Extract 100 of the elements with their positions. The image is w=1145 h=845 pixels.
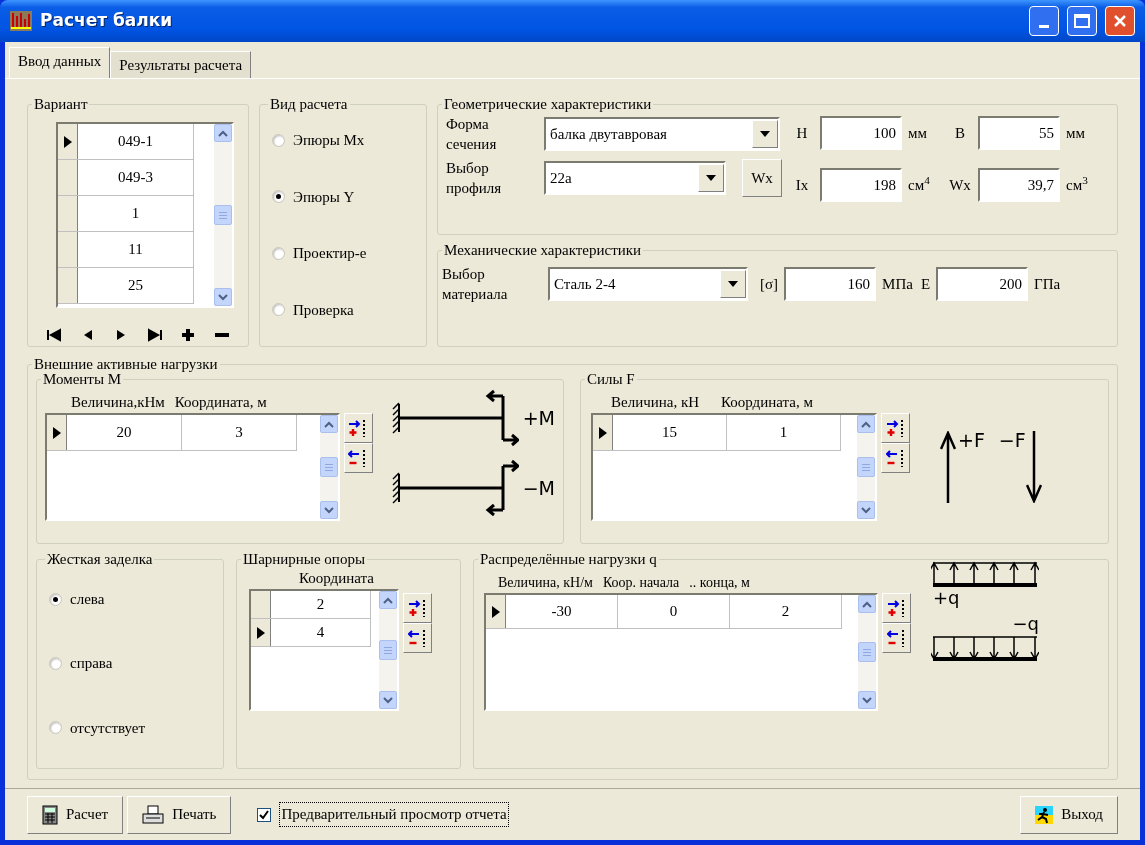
row-indicator[interactable]: [593, 415, 613, 450]
delete-row-button[interactable]: [403, 623, 432, 653]
diagram-label: −M: [522, 475, 555, 501]
input-field[interactable]: 39,7: [978, 168, 1060, 202]
scroll-down-button[interactable]: [214, 288, 232, 306]
scroll-down-button[interactable]: [857, 501, 875, 519]
scrollbar[interactable]: [379, 591, 397, 709]
delete-row-button[interactable]: [343, 443, 373, 473]
column-header: Координата: [299, 568, 374, 588]
scroll-up-button[interactable]: [858, 595, 876, 613]
input-field[interactable]: 160: [784, 267, 877, 301]
add-row-button[interactable]: [343, 413, 373, 443]
radio-option[interactable]: слева: [49, 587, 215, 611]
scroll-thumb[interactable]: [858, 642, 876, 662]
checkbox[interactable]: [257, 807, 272, 822]
scroll-thumb[interactable]: [214, 205, 232, 225]
table-cell: 20: [67, 415, 182, 450]
scroll-up-icon: [862, 600, 872, 608]
column-header: .. конца, м: [689, 574, 750, 592]
current-row-icon: [598, 426, 607, 439]
scrollbar[interactable]: [858, 595, 876, 709]
column-header: Координата, м: [174, 392, 267, 412]
calculator-icon: [42, 804, 58, 825]
radio-option[interactable]: Эпюры Mx: [272, 129, 418, 152]
print-button[interactable]: Печать: [127, 795, 232, 834]
row-indicator[interactable]: [58, 124, 78, 159]
add-row-button[interactable]: [403, 593, 432, 623]
add-row-button[interactable]: [881, 413, 910, 443]
diagram-label: +q: [933, 589, 961, 607]
table-cell: 049-3: [78, 160, 194, 195]
window-title: Расчет балки: [40, 9, 174, 33]
group-title: Геометрические характеристики: [443, 97, 653, 112]
scroll-thumb[interactable]: [319, 457, 338, 477]
delete-row-icon: [885, 448, 906, 468]
column-header: Коор. начала: [602, 574, 680, 592]
table-cell: 3: [182, 415, 297, 450]
unit-label: см$^{3}$: [1066, 173, 1089, 195]
group-title: Жесткая заделка: [46, 552, 154, 567]
close-icon: [1113, 14, 1127, 28]
wx-button[interactable]: Wx: [742, 159, 782, 197]
minimize-button[interactable]: [1029, 6, 1059, 36]
profile-dropdown[interactable]: 22а: [544, 161, 726, 195]
tab[interactable]: Ввод данных: [9, 47, 111, 78]
down-arrow-icon: [1025, 431, 1042, 503]
scroll-down-button[interactable]: [379, 691, 397, 709]
scroll-up-button[interactable]: [319, 415, 338, 433]
app-icon: [10, 11, 32, 31]
radio-option[interactable]: отсутствует: [49, 716, 215, 740]
scrollbar[interactable]: [857, 415, 875, 519]
scroll-up-icon: [861, 420, 871, 428]
radio-option[interactable]: Эпюры Y: [272, 185, 418, 208]
input-field[interactable]: 100: [820, 116, 902, 150]
add-row-icon: [407, 598, 428, 618]
tab[interactable]: Результаты расчета: [110, 51, 252, 78]
add-row-icon: [885, 418, 906, 438]
current-row-icon: [256, 626, 265, 639]
current-row-icon: [63, 135, 72, 148]
delete-row-button[interactable]: [881, 443, 910, 473]
delete-row-button[interactable]: [882, 623, 911, 653]
diagram-label: −F: [998, 431, 1026, 450]
scroll-thumb[interactable]: [857, 457, 875, 477]
group-title: Моменты M: [42, 372, 123, 387]
input-field[interactable]: 200: [936, 267, 1029, 301]
row-indicator[interactable]: [486, 595, 506, 628]
first-record-button[interactable]: [44, 326, 64, 344]
scroll-down-icon: [862, 696, 872, 704]
row-indicator[interactable]: [251, 619, 271, 646]
scroll-down-button[interactable]: [319, 501, 338, 519]
scroll-up-button[interactable]: [857, 415, 875, 433]
field-label: Выбор материала: [442, 265, 509, 304]
scroll-down-button[interactable]: [858, 691, 876, 709]
plus-icon: [180, 328, 197, 342]
radio-option[interactable]: Проверка: [272, 298, 418, 321]
scroll-thumb[interactable]: [379, 640, 397, 660]
table-cell: 049-1: [78, 124, 194, 159]
maximize-icon: [1074, 14, 1090, 28]
table-cell: 25: [78, 268, 194, 303]
skip-forward-icon: [146, 328, 163, 342]
close-button[interactable]: [1105, 6, 1135, 36]
scrollbar[interactable]: [214, 124, 232, 306]
group-title: Внешние активные нагрузки: [33, 357, 219, 372]
unit-label: мм: [908, 123, 928, 143]
group-title: Механические характеристики: [443, 243, 643, 258]
material-dropdown[interactable]: Сталь 2-4: [548, 267, 748, 301]
input-field[interactable]: 55: [978, 116, 1060, 150]
maximize-button[interactable]: [1067, 6, 1097, 36]
add-row-button[interactable]: [882, 593, 911, 623]
scrollbar[interactable]: [319, 415, 338, 519]
field-label: Wx: [948, 175, 972, 195]
calculate-button[interactable]: Расчет: [27, 795, 124, 834]
radio-option[interactable]: Проектир-е: [272, 242, 418, 265]
group-title: Шарнирные опоры: [242, 552, 366, 567]
unit-label: мм: [1066, 123, 1086, 143]
scroll-up-button[interactable]: [214, 124, 232, 142]
section-shape-dropdown[interactable]: балка двутавровая: [544, 117, 780, 151]
radio-option[interactable]: справа: [49, 652, 215, 675]
input-field[interactable]: 198: [820, 168, 902, 202]
row-indicator[interactable]: [47, 415, 67, 450]
exit-button[interactable]: Выход: [1020, 795, 1118, 834]
scroll-up-button[interactable]: [379, 591, 397, 609]
